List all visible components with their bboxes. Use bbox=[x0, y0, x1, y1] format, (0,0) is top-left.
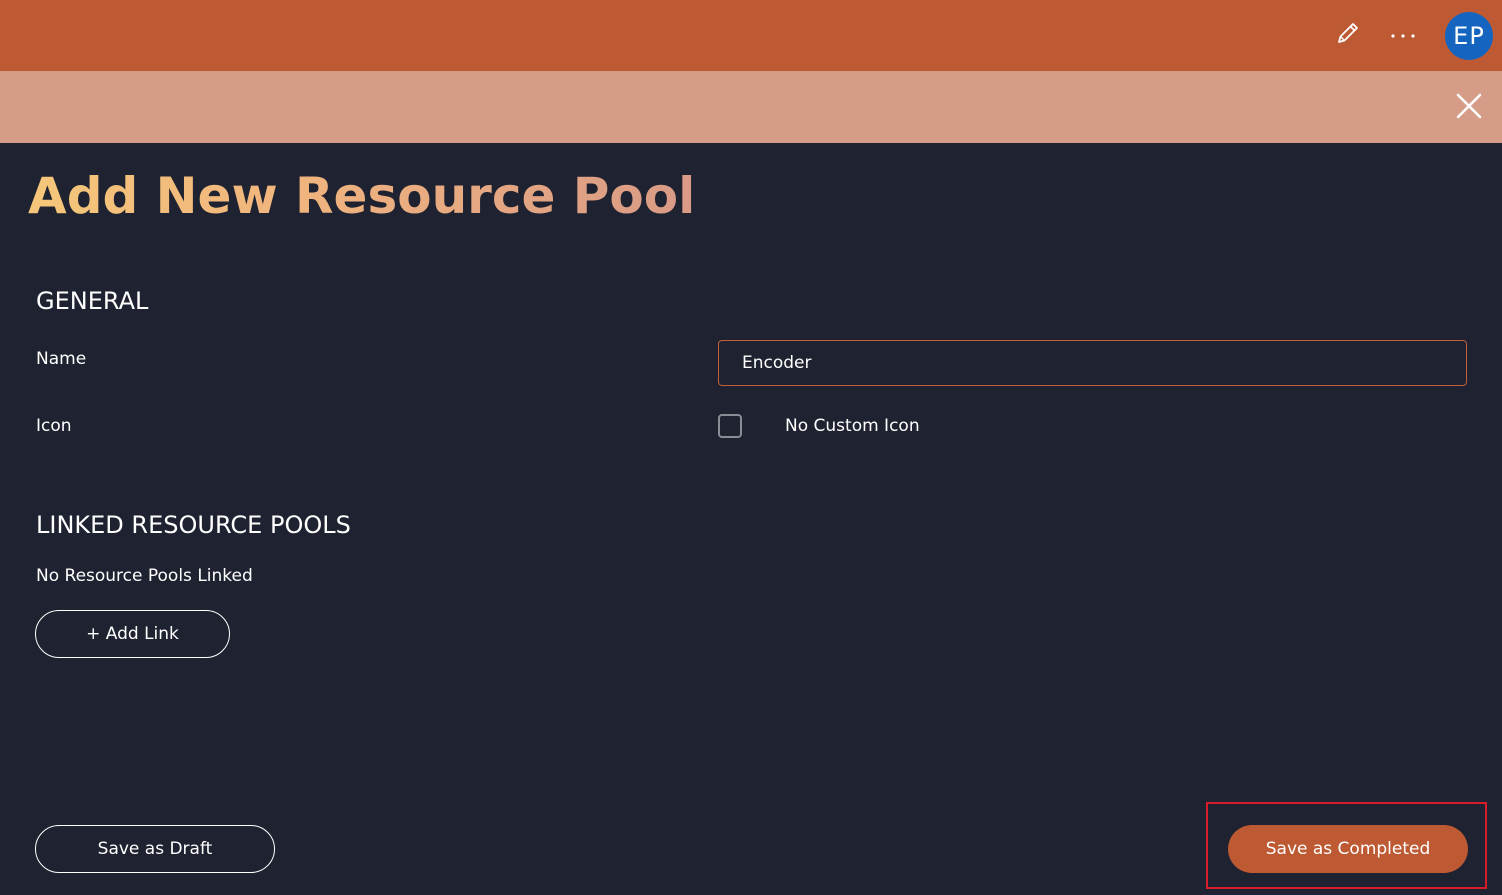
more-options-button[interactable] bbox=[1382, 14, 1424, 56]
top-bar: EP bbox=[0, 0, 1502, 71]
no-custom-icon-label[interactable]: No Custom Icon bbox=[785, 416, 920, 436]
save-as-draft-button[interactable]: Save as Draft bbox=[35, 825, 275, 873]
resource-pool-page: EP Add New Resource Pool GENERAL Name Ic… bbox=[0, 0, 1502, 895]
avatar[interactable]: EP bbox=[1445, 12, 1493, 60]
save-as-completed-label: Save as Completed bbox=[1265, 839, 1431, 859]
name-label: Name bbox=[36, 349, 87, 369]
icon-label: Icon bbox=[36, 416, 72, 436]
close-icon bbox=[1455, 92, 1483, 124]
no-custom-icon-checkbox[interactable] bbox=[718, 414, 742, 438]
add-link-button[interactable]: + Add Link bbox=[35, 610, 230, 658]
close-button[interactable] bbox=[1449, 88, 1489, 128]
linked-resource-pools-heading: LINKED RESOURCE POOLS bbox=[36, 511, 351, 539]
general-section-heading: GENERAL bbox=[36, 287, 149, 315]
name-input[interactable] bbox=[718, 340, 1467, 386]
more-horizontal-icon bbox=[1389, 26, 1417, 45]
no-linked-pools-text: No Resource Pools Linked bbox=[36, 566, 253, 586]
pencil-icon bbox=[1334, 19, 1362, 51]
sub-bar bbox=[0, 71, 1502, 143]
edit-button[interactable] bbox=[1327, 14, 1369, 56]
page-title: Add New Resource Pool bbox=[28, 163, 695, 229]
save-as-completed-button[interactable]: Save as Completed bbox=[1228, 825, 1468, 873]
avatar-initials: EP bbox=[1453, 22, 1485, 50]
add-link-label: + Add Link bbox=[86, 624, 179, 644]
save-as-draft-label: Save as Draft bbox=[97, 839, 213, 859]
